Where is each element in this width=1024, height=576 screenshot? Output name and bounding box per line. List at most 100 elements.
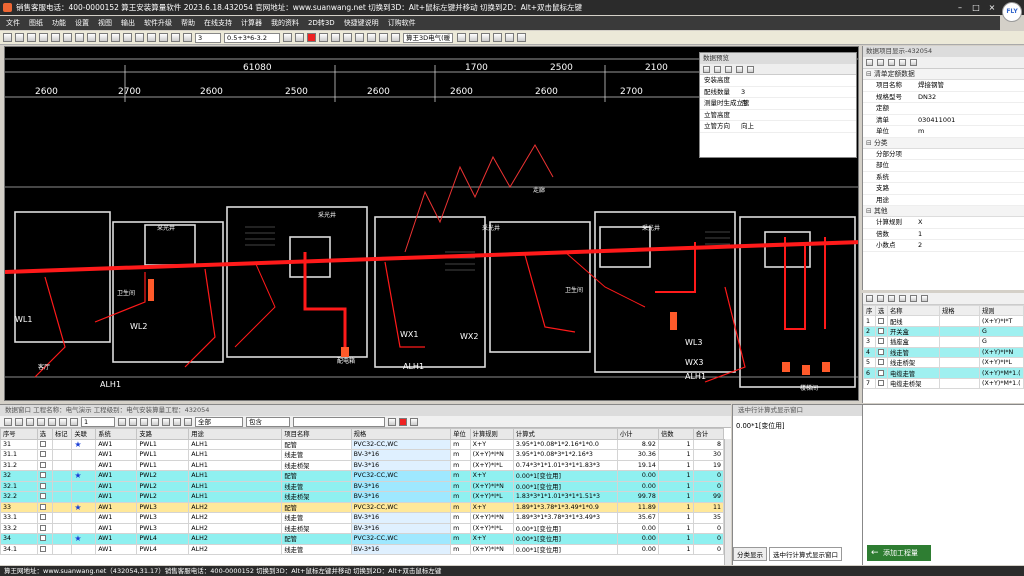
row-use[interactable]: ALH1 — [188, 491, 283, 503]
row-system[interactable]: AW1 — [95, 449, 138, 461]
scale-input[interactable]: 0.5+3*6-3.2 — [224, 32, 280, 43]
row-checkbox[interactable] — [878, 317, 884, 324]
row-subtotal[interactable]: 8.92 — [616, 438, 659, 450]
tab-category-view[interactable]: 分类显示 — [733, 547, 767, 561]
row-system[interactable]: AW1 — [95, 480, 138, 492]
row-spec[interactable]: BV-3*16 — [350, 459, 452, 471]
minimize-button[interactable]: – — [952, 0, 968, 15]
row-link[interactable] — [71, 449, 97, 461]
row-checkbox[interactable] — [36, 543, 53, 555]
row-unit[interactable]: m — [450, 533, 471, 545]
menu-help[interactable]: 帮助 — [181, 18, 195, 28]
prop-filter-icon[interactable] — [888, 59, 895, 66]
property-row[interactable]: 分部分项 — [863, 149, 1024, 160]
table-row[interactable]: 32 ★ AW1 PWL2 ALH1 配管 PVC32-CC,WC m X+Y 0.00*1[变位… — [0, 470, 725, 482]
mode-label[interactable]: 算王3D电气(暖 — [403, 32, 454, 43]
row-checkbox-box[interactable] — [39, 482, 46, 489]
row-mark[interactable] — [51, 459, 73, 471]
row-total[interactable]: 11 — [692, 501, 725, 513]
table-row[interactable]: 34.1 AW1 PWL4 ALH2 线走管 BV-3*16 m (X+Y)*I*N 0.00*… — [0, 543, 725, 555]
row-use[interactable]: ALH2 — [188, 533, 283, 545]
row-link[interactable] — [71, 491, 97, 503]
preview-row[interactable]: 安装高度 — [700, 75, 856, 87]
row-checkbox[interactable] — [878, 338, 884, 345]
row-checkbox-box[interactable] — [39, 535, 46, 542]
grid-refresh-icon[interactable] — [4, 417, 12, 426]
menu-upgrade[interactable]: 软件升级 — [144, 18, 172, 28]
item-settings-icon[interactable] — [921, 295, 928, 302]
menu-output[interactable]: 输出 — [121, 18, 135, 28]
item-add-icon[interactable] — [866, 295, 873, 302]
row-system[interactable]: AW1 — [95, 501, 138, 513]
row-mark[interactable] — [51, 522, 73, 534]
row-spec[interactable]: BV-3*16 — [350, 512, 452, 524]
row-multiplier[interactable]: 1 — [657, 543, 694, 555]
linetype-icon[interactable] — [319, 33, 328, 42]
row-system[interactable]: AW1 — [95, 543, 138, 555]
grid-search-icon[interactable] — [388, 417, 396, 426]
row-rule[interactable]: (X+Y)*I*N — [469, 543, 514, 555]
row-link[interactable]: ★ — [71, 501, 97, 513]
row-number[interactable]: 32 — [0, 470, 38, 482]
row-number[interactable]: 34.1 — [0, 543, 38, 555]
section-header[interactable]: ⊟ 分类 — [863, 137, 1024, 149]
row-unit[interactable]: m — [450, 449, 471, 461]
select-icon[interactable] — [75, 33, 84, 42]
row-checkbox[interactable] — [878, 348, 884, 355]
row-use[interactable]: ALH2 — [188, 543, 283, 555]
row-number[interactable]: 33.1 — [0, 512, 38, 524]
row-item-name[interactable]: 线走桥架 — [281, 459, 352, 471]
snap-icon[interactable] — [171, 33, 180, 42]
property-row[interactable]: 定额 — [863, 103, 1024, 115]
tab-formula-view[interactable]: 选中行计算式显示窗口 — [769, 547, 842, 561]
row-use[interactable]: ALH2 — [188, 501, 283, 513]
layer-input[interactable]: 3 — [195, 32, 221, 43]
row-unit[interactable]: m — [450, 438, 471, 450]
grid-collapse-icon[interactable] — [129, 417, 137, 426]
row-use[interactable]: ALH2 — [188, 522, 283, 534]
preview-row[interactable]: 配线数量 3 — [700, 87, 856, 98]
row-formula[interactable]: 0.00*1[变位用] — [512, 533, 618, 545]
row-subtotal[interactable]: 35.67 — [616, 512, 659, 524]
row-mark[interactable] — [51, 491, 73, 503]
rotate-icon[interactable] — [123, 33, 132, 42]
table-row[interactable]: 31.1 AW1 PWL1 ALH1 线走管 BV-3*16 m (X+Y)*I*N 3.95*… — [0, 449, 725, 461]
grid-sum-icon[interactable] — [151, 417, 159, 426]
property-row[interactable]: 用途 — [863, 195, 1024, 206]
row-branch[interactable]: PWL2 — [136, 470, 190, 482]
row-mark[interactable] — [51, 470, 73, 482]
row-rule[interactable]: (X+Y)*I*L — [469, 522, 514, 534]
row-spec[interactable]: BV-3*16 — [350, 480, 452, 492]
row-spec[interactable]: PVC32-CC,WC — [350, 533, 452, 545]
settings-icon[interactable] — [493, 33, 503, 42]
row-checkbox-box[interactable] — [39, 472, 46, 479]
filter-level-select[interactable]: 1 — [81, 416, 115, 427]
filter-scope-select[interactable]: 全部 — [195, 416, 243, 427]
row-checkbox-box[interactable] — [39, 440, 46, 447]
row-multiplier[interactable]: 1 — [657, 501, 694, 513]
row-rule[interactable]: (X+Y)*I*L — [469, 491, 514, 503]
row-branch[interactable]: PWL2 — [136, 491, 190, 503]
filter-icon[interactable] — [714, 65, 721, 73]
row-total[interactable]: 8 — [692, 438, 725, 450]
table-row[interactable]: 7 电缆走桥架 (X+Y)*M*1.( — [863, 377, 1024, 390]
row-number[interactable]: 34 — [0, 533, 38, 545]
row-link[interactable] — [71, 543, 97, 555]
alpha-sort-icon[interactable] — [877, 59, 884, 66]
menu-settings[interactable]: 设置 — [75, 18, 89, 28]
item-up-icon[interactable] — [888, 295, 895, 302]
row-system[interactable]: AW1 — [95, 533, 138, 545]
row-checkbox[interactable] — [36, 501, 53, 513]
row-rule[interactable]: X+Y — [469, 470, 514, 482]
row-spec[interactable]: BV-3*16 — [350, 491, 452, 503]
move-icon[interactable] — [99, 33, 108, 42]
save-icon[interactable] — [15, 33, 24, 42]
row-total[interactable]: 0 — [692, 543, 725, 555]
row-total[interactable]: 99 — [692, 491, 725, 503]
row-number[interactable]: 31.2 — [0, 459, 38, 471]
row-spec[interactable]: BV-3*16 — [350, 543, 452, 555]
row-branch[interactable]: PWL3 — [136, 512, 190, 524]
row-spec[interactable]: BV-3*16 — [350, 522, 452, 534]
row-rule[interactable]: X+Y — [469, 533, 514, 545]
row-total[interactable]: 35 — [692, 512, 725, 524]
